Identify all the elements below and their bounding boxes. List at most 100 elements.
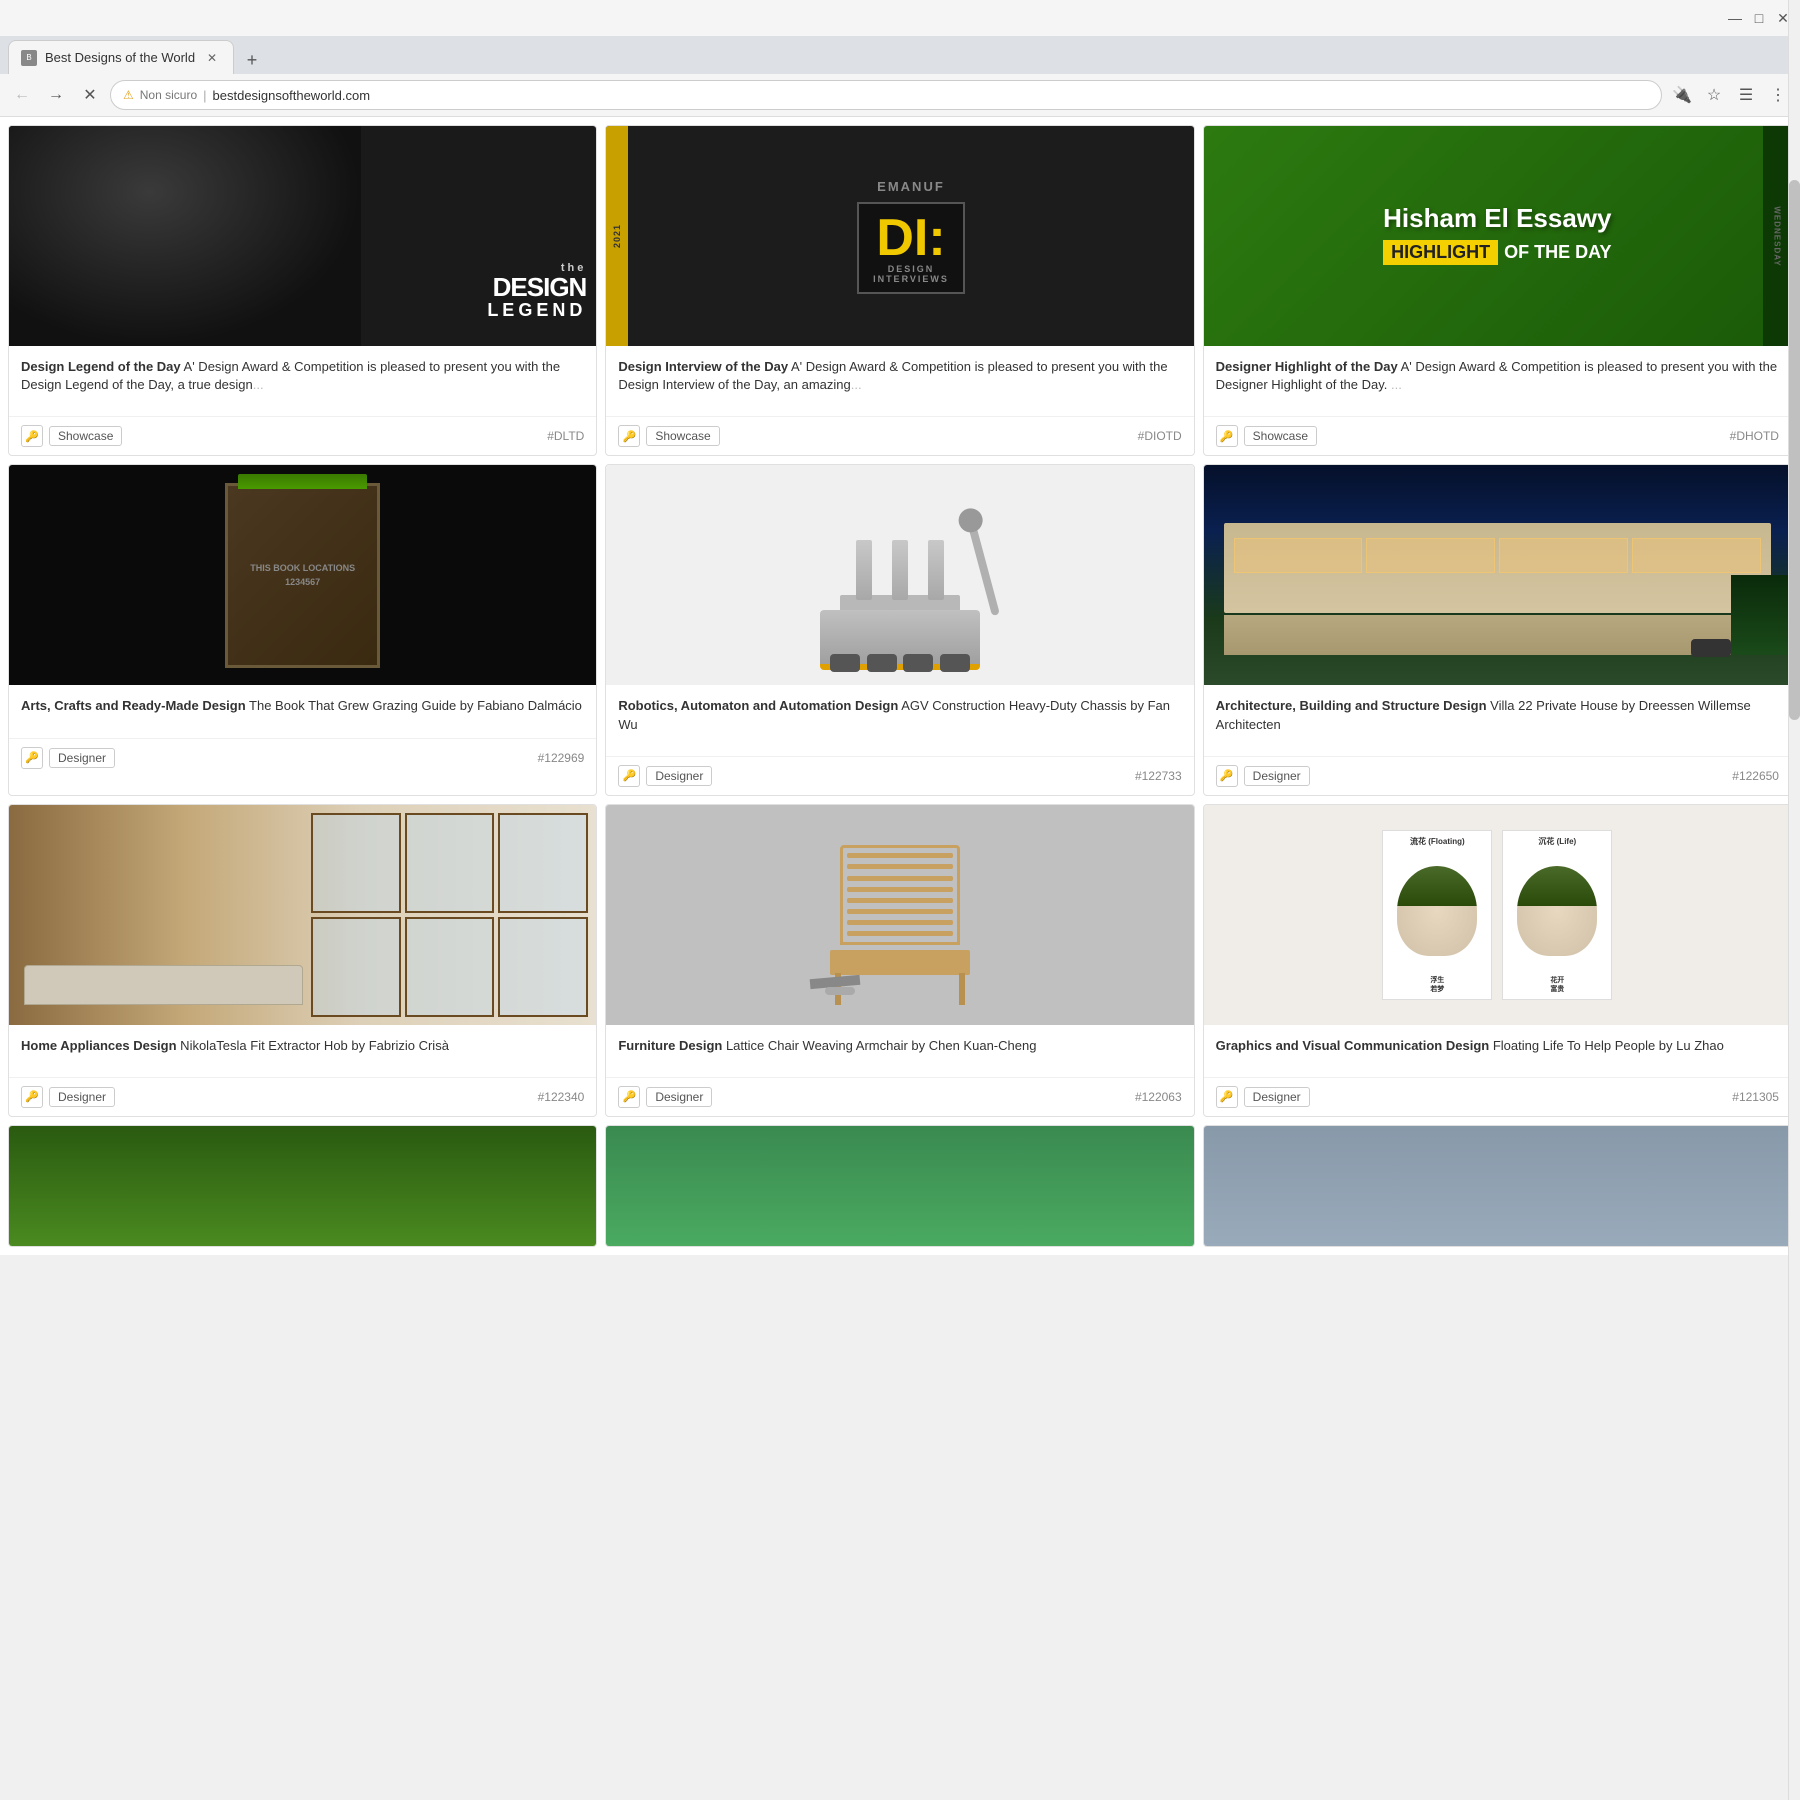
hisham-name: Hisham El Essawy (1383, 203, 1611, 234)
card-image-design-legend: the DESIGN LEGEND (9, 126, 596, 346)
villa-trees (1731, 575, 1791, 655)
card-1-title: Design Legend of the Day A' Design Award… (21, 358, 584, 394)
card-8-tag: #122063 (1135, 1090, 1182, 1104)
scrollbar-thumb[interactable] (1789, 180, 1800, 720)
partial-image-3 (1204, 1126, 1791, 1246)
new-tab-button[interactable]: + (238, 46, 266, 74)
robot-wheels (830, 654, 970, 672)
address-bar: ← → ✕ ⚠ Non sicuro | bestdesignsofthewor… (0, 74, 1800, 116)
card-2-category: Design Interview of the Day (618, 359, 788, 374)
chair-back (840, 845, 960, 945)
card-7-badge: 🔑 Designer (21, 1086, 115, 1108)
card-8-category: Furniture Design (618, 1038, 722, 1053)
slat-6 (847, 909, 953, 914)
badge-label-1[interactable]: Showcase (49, 426, 122, 446)
design-legend-text-overlay: the DESIGN LEGEND (487, 262, 586, 321)
back-button[interactable]: ← (8, 81, 36, 109)
badge-label-8[interactable]: Designer (646, 1087, 712, 1107)
title-bar: — □ ✕ (0, 0, 1800, 36)
window-frame-5 (405, 917, 495, 1017)
card-2-tag: #DIOTD (1138, 429, 1182, 443)
robot-arm-head (956, 506, 985, 535)
partial-card-1 (8, 1125, 597, 1247)
badge-icon-1: 🔑 (21, 425, 43, 447)
card-hisham: WEDNESDAY Hisham El Essawy HIGHLIGHT OF … (1203, 125, 1792, 456)
badge-icon-8: 🔑 (618, 1086, 640, 1108)
card-image-villa (1204, 465, 1791, 685)
card-7-footer: 🔑 Designer #122340 (9, 1077, 596, 1116)
window-frame-2 (405, 813, 495, 913)
badge-label-4[interactable]: Designer (49, 748, 115, 768)
url-bar[interactable]: ⚠ Non sicuro | bestdesignsoftheworld.com (110, 80, 1662, 110)
chair-object (820, 845, 980, 1005)
robot-col-3 (928, 540, 944, 600)
card-5-badge: 🔑 Designer (618, 765, 712, 787)
card-8-badge: 🔑 Designer (618, 1086, 712, 1108)
active-tab[interactable]: B Best Designs of the World ✕ (8, 40, 234, 74)
partial-image-1 (9, 1126, 596, 1246)
card-book: THIS BOOK LOCATIONS1234567 Arts, Crafts … (8, 464, 597, 795)
badge-label-3[interactable]: Showcase (1244, 426, 1317, 446)
card-villa: Architecture, Building and Structure Des… (1203, 464, 1792, 795)
design-text: DESIGN (487, 274, 586, 300)
di-logo-box: DI: DESIGNINTERVIEWS (857, 202, 965, 294)
tab-title: Best Designs of the World (45, 50, 195, 65)
card-image-graphics: 流花 (Floating) 浮生若梦 沉花 (Life) 花开富贵 (1204, 805, 1791, 1025)
maximize-button[interactable]: □ (1750, 9, 1768, 27)
card-5-title: Robotics, Automaton and Automation Desig… (618, 697, 1181, 733)
toolbar-icons: 🔌 ☆ ☰ ⋮ (1668, 81, 1792, 109)
card-5-footer: 🔑 Designer #122733 (606, 756, 1193, 795)
badge-label-6[interactable]: Designer (1244, 766, 1310, 786)
card-8-footer: 🔑 Designer #122063 (606, 1077, 1193, 1116)
card-1-footer: 🔑 Showcase #DLTD (9, 416, 596, 455)
card-7-tag: #122340 (538, 1090, 585, 1104)
minimize-button[interactable]: — (1726, 9, 1744, 27)
reader-button[interactable]: ☰ (1732, 81, 1760, 109)
badge-label-2[interactable]: Showcase (646, 426, 719, 446)
interior-sofa (24, 965, 303, 1005)
extensions-button[interactable]: 🔌 (1668, 81, 1696, 109)
card-chair: Furniture Design Lattice Chair Weaving A… (605, 804, 1194, 1117)
villa-building (1224, 523, 1771, 655)
card-6-title: Architecture, Building and Structure Des… (1216, 697, 1779, 733)
poster-1-flowers (1397, 866, 1477, 906)
card-robot: Robotics, Automaton and Automation Desig… (605, 464, 1194, 795)
badge-label-7[interactable]: Designer (49, 1087, 115, 1107)
card-image-di: 2021 EMANUF DI: DESIGNINTERVIEWS (606, 126, 1193, 346)
card-4-badge: 🔑 Designer (21, 747, 115, 769)
card-6-badge: 🔑 Designer (1216, 765, 1310, 787)
card-design-interview: 2021 EMANUF DI: DESIGNINTERVIEWS Design … (605, 125, 1194, 456)
badge-label-5[interactable]: Designer (646, 766, 712, 786)
di-year-strip: 2021 (606, 126, 628, 346)
badge-label-9[interactable]: Designer (1244, 1087, 1310, 1107)
villa-window-2 (1366, 538, 1495, 573)
villa-window-3 (1499, 538, 1628, 573)
book-text: THIS BOOK LOCATIONS1234567 (240, 551, 365, 600)
villa-window-4 (1632, 538, 1761, 573)
forward-button[interactable]: → (42, 81, 70, 109)
card-6-tag: #122650 (1732, 769, 1779, 783)
card-8-title: Furniture Design Lattice Chair Weaving A… (618, 1037, 1181, 1055)
badge-icon-2: 🔑 (618, 425, 640, 447)
slat-5 (847, 898, 953, 903)
di-logo-big: DI: (873, 212, 949, 264)
slat-3 (847, 876, 953, 881)
title-bar-controls: — □ ✕ (1726, 9, 1792, 27)
reload-button[interactable]: ✕ (76, 81, 104, 109)
poster-2-head: 沉花 (Life) (1538, 836, 1576, 847)
robot-col-1 (856, 540, 872, 600)
badge-icon-3: 🔑 (1216, 425, 1238, 447)
villa-car (1691, 639, 1731, 657)
card-3-tag: #DHOTD (1730, 429, 1779, 443)
robot-col-2 (892, 540, 908, 600)
card-9-badge: 🔑 Designer (1216, 1086, 1310, 1108)
villa-lower (1224, 615, 1771, 655)
poster-2-flowers (1517, 866, 1597, 906)
card-5-tag: #122733 (1135, 769, 1182, 783)
card-1-category: Design Legend of the Day (21, 359, 181, 374)
tab-close-button[interactable]: ✕ (203, 49, 221, 67)
scrollbar-track (1788, 0, 1800, 1800)
security-text: Non sicuro (140, 88, 197, 102)
chair-seat (830, 950, 970, 975)
bookmark-button[interactable]: ☆ (1700, 81, 1728, 109)
